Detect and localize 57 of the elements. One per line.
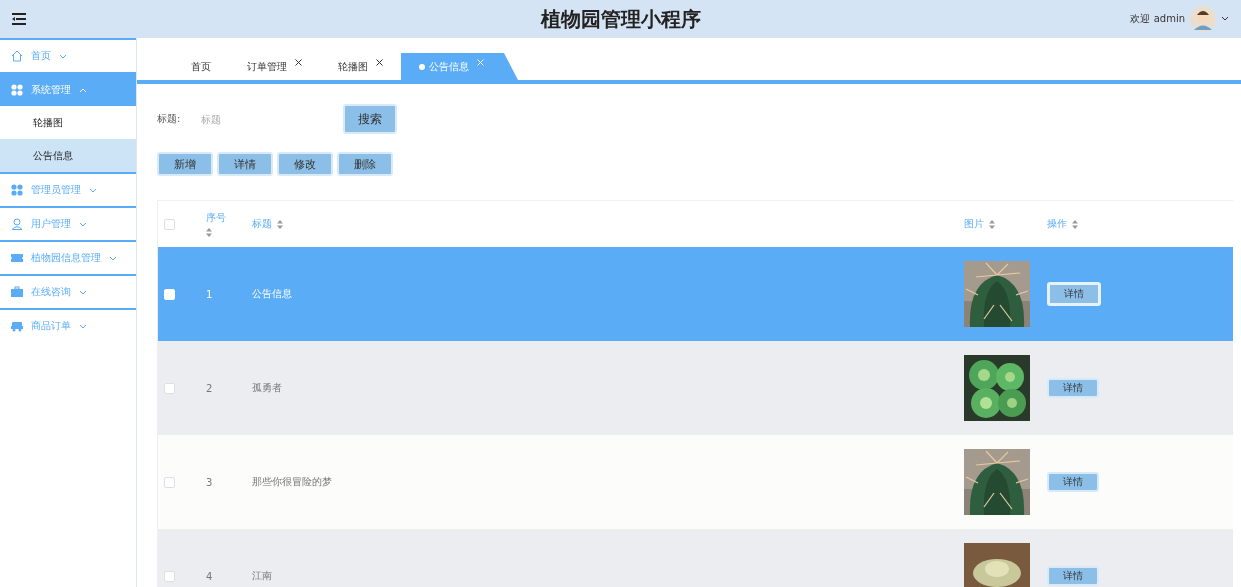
- checkbox[interactable]: [164, 476, 175, 488]
- details-button[interactable]: 详情: [1047, 378, 1099, 398]
- action-button[interactable]: 详情: [217, 152, 273, 176]
- chevron-icon: [109, 255, 117, 261]
- close-icon[interactable]: [376, 59, 383, 66]
- details-button[interactable]: 详情: [1047, 282, 1101, 306]
- submenu-item[interactable]: 公告信息: [0, 139, 136, 172]
- details-button[interactable]: 详情: [1047, 472, 1099, 492]
- chevron-icon: [79, 323, 87, 329]
- app-title: 植物园管理小程序: [540, 5, 701, 33]
- grid-icon: [11, 184, 23, 196]
- person-icon: [11, 218, 23, 230]
- tab[interactable]: 轮播图: [320, 53, 401, 80]
- submenu-item[interactable]: 轮播图: [0, 106, 136, 139]
- avatar[interactable]: [1190, 6, 1216, 32]
- tab[interactable]: 首页: [173, 53, 229, 80]
- checkbox[interactable]: [164, 218, 175, 230]
- card-icon: [11, 252, 23, 264]
- sort-icon[interactable]: [277, 219, 283, 229]
- search-field[interactable]: 标题: [199, 112, 343, 126]
- action-button[interactable]: 新增: [157, 152, 213, 176]
- checkbox[interactable]: [164, 570, 175, 582]
- search-button[interactable]: 搜索: [343, 104, 397, 134]
- sort-icon[interactable]: [989, 219, 995, 229]
- table-cell: 2: [206, 382, 213, 394]
- sort-icon[interactable]: [1072, 219, 1078, 229]
- table-cell: 那些你很冒险的梦: [252, 476, 332, 487]
- details-button[interactable]: 详情: [1047, 566, 1099, 586]
- table-cell: 公告信息: [252, 288, 292, 299]
- user-greeting: 欢迎 admin: [1130, 12, 1185, 26]
- search-label: 标题:: [157, 112, 182, 126]
- close-icon[interactable]: [295, 59, 302, 66]
- car-icon: [11, 320, 23, 332]
- tab[interactable]: 订单管理: [229, 53, 320, 80]
- caret-icon[interactable]: [1221, 16, 1229, 22]
- table-cell: 江南: [252, 570, 272, 581]
- chevron-icon: [79, 221, 87, 227]
- menu-icon[interactable]: [12, 13, 26, 25]
- table-row[interactable]: 1 公告信息 详情: [158, 247, 1233, 341]
- action-button[interactable]: 删除: [337, 152, 393, 176]
- chevron-icon: [79, 87, 87, 93]
- action-button[interactable]: 修改: [277, 152, 333, 176]
- table-row[interactable]: 4 江南 详情: [158, 529, 1233, 587]
- sort-icon[interactable]: [206, 228, 212, 237]
- table-cell: 3: [206, 476, 213, 488]
- chevron-icon: [79, 289, 87, 295]
- table-cell: 4: [206, 570, 213, 582]
- chevron-icon: [59, 53, 67, 59]
- table-cell: 孤勇者: [252, 382, 282, 393]
- home-icon: [11, 50, 23, 62]
- table-row[interactable]: 3 那些你很冒险的梦 详情: [158, 435, 1233, 529]
- table-cell: 1: [206, 288, 213, 300]
- checkbox[interactable]: [164, 382, 175, 394]
- briefcase-icon: [11, 286, 23, 298]
- chevron-icon: [89, 187, 97, 193]
- grid-icon: [11, 84, 23, 96]
- table-row[interactable]: 2 孤勇者 详情: [158, 341, 1233, 435]
